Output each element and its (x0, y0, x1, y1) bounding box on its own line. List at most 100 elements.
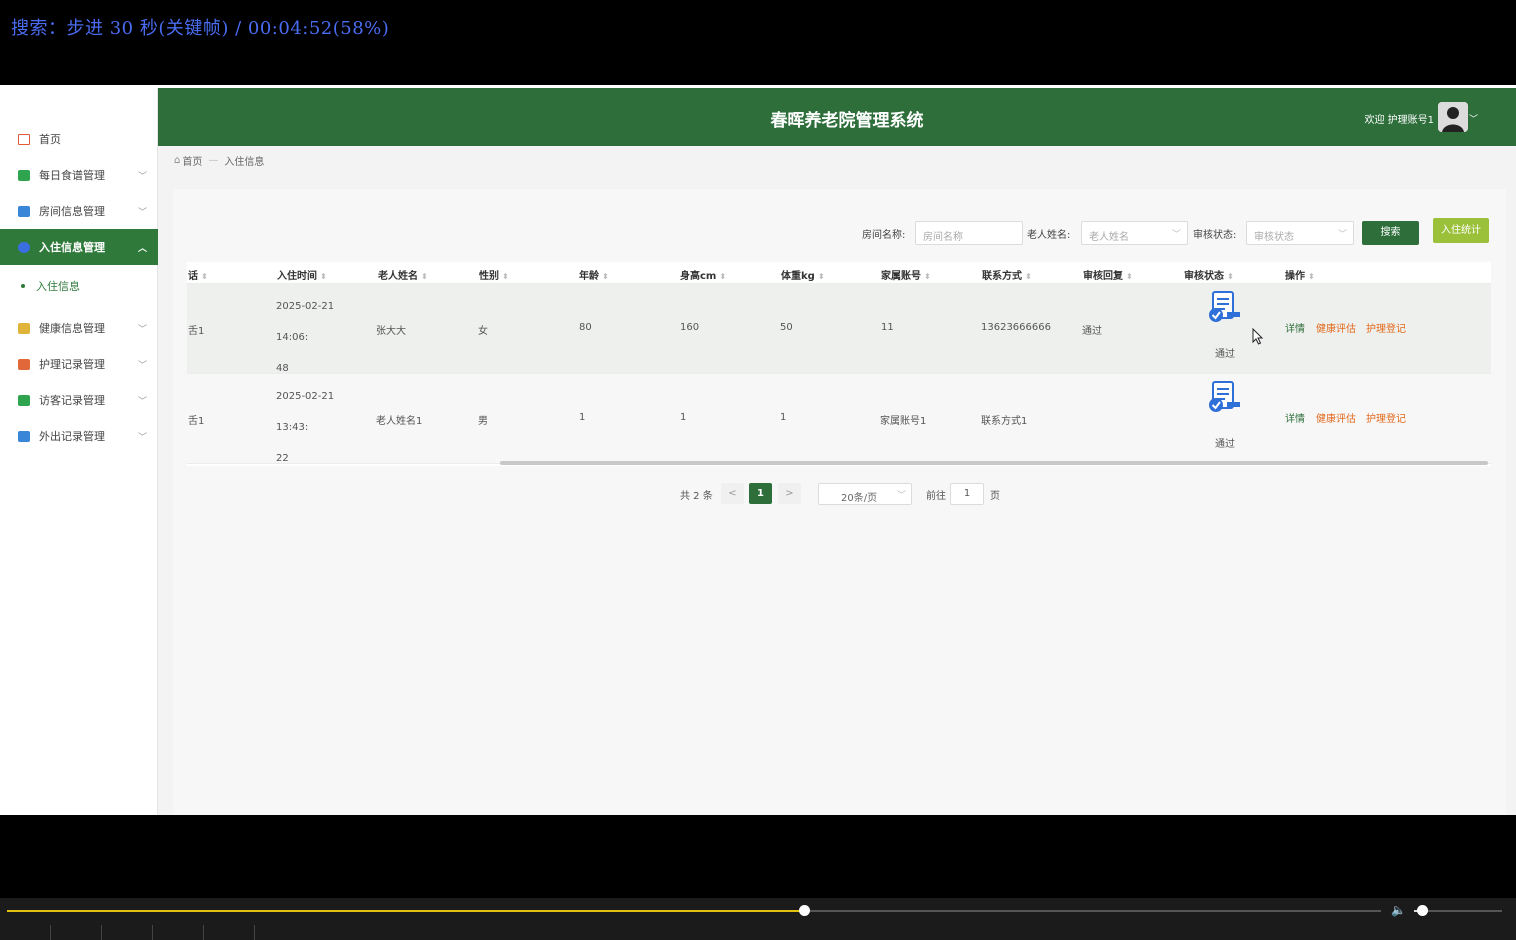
table-row[interactable]: 舌1 2025-02-21 14:06: 48 张大大 女 80 160 50 … (187, 284, 1491, 374)
welcome-text: 欢迎 护理账号1 (1364, 115, 1434, 126)
toolbar-slot[interactable] (153, 925, 204, 940)
page-jump-input[interactable]: 1 (950, 483, 984, 505)
horizontal-scrollbar[interactable] (500, 461, 1488, 465)
cell-audit-status: 通过 (1215, 439, 1235, 450)
elder-name-label: 老人姓名: (1027, 230, 1071, 241)
toolbar-slot[interactable] (204, 925, 255, 940)
column-header[interactable]: 性别 ⬍ (479, 267, 509, 282)
column-header[interactable]: 体重kg ⬍ (781, 267, 825, 282)
room-icon (18, 205, 30, 217)
column-header[interactable]: 审核状态 ⬍ (1184, 267, 1234, 282)
user-avatar-icon (1438, 102, 1468, 132)
volume-slider[interactable] (1414, 905, 1502, 916)
sidebar-item-visitor[interactable]: 访客记录管理 ﹀ (0, 382, 158, 418)
mouse-cursor-icon (1252, 328, 1264, 345)
bullet-icon (21, 284, 25, 288)
column-header[interactable]: 老人姓名 ⬍ (378, 267, 428, 282)
column-header[interactable]: 身高cm ⬍ (680, 267, 726, 282)
prev-page-button[interactable]: < (721, 483, 744, 504)
page-size-value: 20条/页 (841, 493, 878, 504)
room-name-input[interactable]: 房间名称 (915, 221, 1023, 245)
page-suffix-label: 页 (990, 491, 1000, 502)
approved-document-icon (1209, 291, 1240, 322)
column-header[interactable]: 话 ⬍ (188, 267, 208, 282)
nursing-register-link[interactable]: 护理登记 (1366, 320, 1406, 335)
toolbar-slot[interactable] (0, 925, 51, 940)
detail-link[interactable]: 详情 (1285, 410, 1305, 425)
sidebar-item-label: 健康信息管理 (39, 322, 105, 335)
sort-icon: ⬍ (924, 272, 931, 281)
sidebar-subitem-checkin-info[interactable]: 入住信息 (0, 269, 158, 303)
room-name-placeholder: 房间名称 (923, 232, 963, 243)
player-toolbar (0, 925, 1516, 940)
sidebar-item-health[interactable]: 健康信息管理 ﹀ (0, 310, 158, 346)
column-header[interactable]: 联系方式 ⬍ (982, 267, 1032, 282)
health-icon (18, 322, 30, 334)
health-assessment-link[interactable]: 健康评估 (1316, 410, 1356, 425)
checkin-table: 话 ⬍ 入住时间 ⬍ 老人姓名 ⬍ 性别 ⬍ 年龄 ⬍ 身高cm ⬍ 体重kg ⬍ 家属账号 ⬍… (187, 262, 1491, 466)
nursing-register-link[interactable]: 护理登记 (1366, 410, 1406, 425)
toolbar-slot[interactable] (51, 925, 102, 940)
sidebar-item-nursing[interactable]: 护理记录管理 ﹀ (0, 346, 158, 382)
cell-elder-name: 张大大 (376, 326, 406, 337)
elder-name-select[interactable]: 老人姓名 ﹀ (1081, 221, 1188, 245)
sort-icon: ⬍ (719, 272, 727, 281)
sort-icon: ⬍ (817, 272, 825, 281)
page-size-select[interactable]: 20条/页 ﹀ (818, 483, 912, 505)
cell-gender: 女 (478, 326, 488, 337)
sidebar-item-outing[interactable]: 外出记录管理 ﹀ (0, 418, 158, 454)
filter-bar: 房间名称: 房间名称 老人姓名: 老人姓名 ﹀ 审核状态: 审核状态 ﹀ 搜索 … (0, 218, 1516, 245)
chevron-down-icon: ﹀ (138, 207, 148, 218)
column-header[interactable]: 家属账号 ⬍ (881, 267, 931, 282)
search-button[interactable]: 搜索 (1362, 221, 1419, 245)
cell-age: 80 (579, 322, 592, 333)
table-row[interactable]: 舌1 2025-02-21 13:43: 22 老人姓名1 男 1 1 1 家属… (187, 374, 1491, 464)
sort-icon: ⬍ (201, 272, 208, 281)
outing-icon (18, 430, 30, 442)
sidebar-item-home[interactable]: 首页 (0, 121, 158, 157)
total-count: 共 2 条 (680, 491, 713, 502)
column-header[interactable]: 入住时间 ⬍ (277, 267, 327, 282)
app-title: 春晖养老院管理系统 (770, 111, 924, 131)
cell-checkin-time: 2025-02-21 14:06: 48 (276, 301, 335, 374)
breadcrumb-home[interactable]: 首页 (182, 153, 202, 168)
column-header[interactable]: 年龄 ⬍ (579, 267, 609, 282)
sidebar-subitem-label: 入住信息 (36, 280, 80, 293)
chevron-down-icon: ﹀ (1171, 230, 1181, 240)
seek-handle[interactable] (798, 905, 810, 916)
volume-handle[interactable] (1416, 905, 1428, 916)
room-name-label: 房间名称: (862, 230, 906, 241)
sort-icon: ⬍ (502, 272, 509, 281)
chevron-down-icon[interactable]: ﹀ (1469, 112, 1478, 125)
avatar[interactable] (1438, 102, 1468, 132)
table-header: 话 ⬍ 入住时间 ⬍ 老人姓名 ⬍ 性别 ⬍ 年龄 ⬍ 身高cm ⬍ 体重kg ⬍ 家属账号 ⬍… (187, 262, 1491, 284)
home-icon: ⌂ (174, 155, 181, 166)
sort-icon: ⬍ (320, 272, 327, 281)
speaker-icon[interactable]: 🔈 (1391, 903, 1407, 917)
visitor-icon (18, 394, 30, 406)
cell-audit-reply: 通过 (1082, 326, 1102, 337)
breadcrumb: ⌂ 首页 — 入住信息 (174, 153, 264, 168)
sidebar-item-label: 护理记录管理 (39, 358, 105, 371)
recipe-icon (18, 169, 30, 181)
sort-icon: ⬍ (1308, 272, 1315, 281)
cell-phone: 13623666666 (981, 322, 1051, 333)
playback-status-overlay: 搜索：步进 30 秒(关键帧) / 00:04:52(58%) (11, 18, 390, 39)
sort-icon: ⬍ (1126, 272, 1133, 281)
top-header: 春晖养老院管理系统 欢迎 护理账号1 ﹀ (158, 88, 1516, 146)
column-header[interactable]: 审核回复 ⬍ (1083, 267, 1133, 282)
checkin-stats-button[interactable]: 入住统计 (1433, 218, 1489, 243)
health-assessment-link[interactable]: 健康评估 (1316, 320, 1356, 335)
goto-label: 前往 (926, 491, 946, 502)
toolbar-slot[interactable] (102, 925, 153, 940)
sidebar-item-recipe[interactable]: 每日食谱管理 ﹀ (0, 157, 158, 193)
page-number-button[interactable]: 1 (749, 483, 772, 504)
detail-link[interactable]: 详情 (1285, 320, 1305, 335)
next-page-button[interactable]: > (778, 483, 801, 504)
cell-weight: 50 (780, 322, 793, 333)
column-header[interactable]: 操作 ⬍ (1285, 267, 1315, 282)
chevron-down-icon: ﹀ (138, 396, 148, 407)
audit-status-select[interactable]: 审核状态 ﹀ (1246, 221, 1354, 245)
cell-family-account: 11 (881, 322, 894, 333)
seek-bar[interactable] (7, 905, 1381, 916)
